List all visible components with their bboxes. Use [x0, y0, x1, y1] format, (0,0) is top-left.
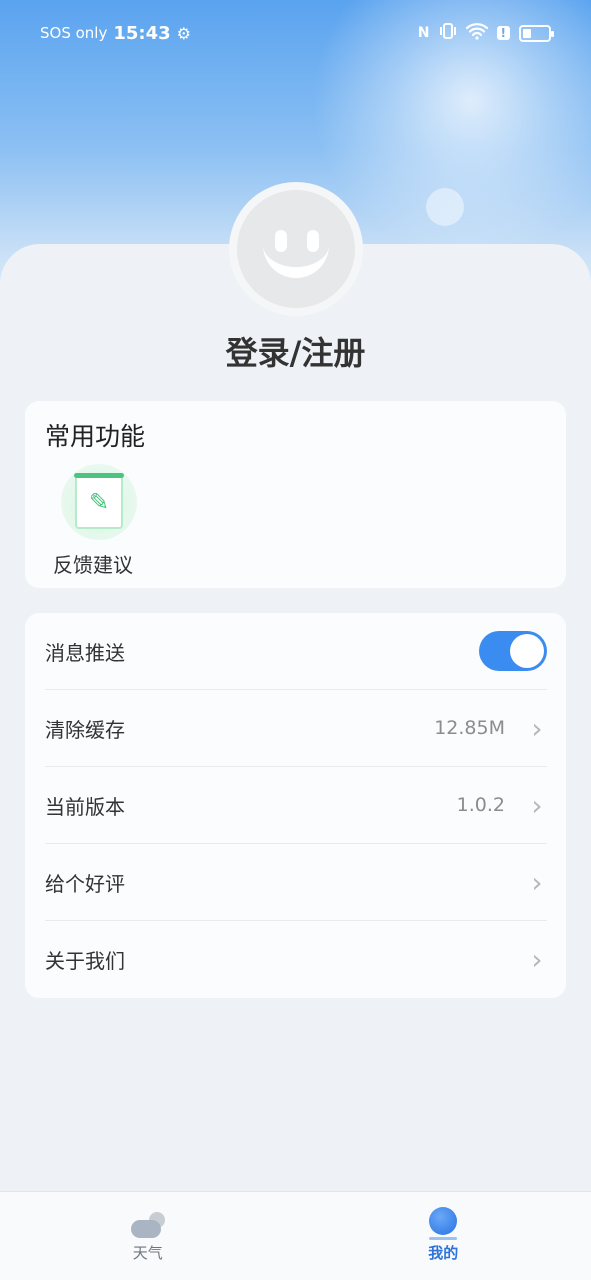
avatar-button[interactable]	[229, 182, 363, 316]
tab-weather-label: 天气	[132, 1244, 163, 1262]
chevron-right-icon: ›	[531, 865, 543, 899]
battery-icon	[519, 24, 554, 42]
chevron-right-icon: ›	[531, 943, 543, 976]
tab-profile-label: 我的	[428, 1244, 459, 1262]
version-value: 1.0.2	[456, 794, 505, 816]
wifi-icon	[465, 22, 488, 44]
settings-row-version[interactable]: 当前版本 1.0.2 ›	[45, 767, 547, 844]
cache-label: 清除缓存	[45, 717, 125, 742]
gear-icon: ⚙	[176, 23, 191, 43]
tab-profile[interactable]: 我的	[296, 1192, 591, 1280]
sos-status: SOS only	[40, 24, 108, 42]
smiley-avatar-icon	[237, 190, 355, 308]
settings-row-rate[interactable]: 给个好评 ›	[45, 844, 547, 921]
common-functions-card: 常用功能 ✎ 反馈建议	[25, 401, 566, 588]
push-label: 消息推送	[45, 640, 125, 665]
about-label: 关于我们	[45, 949, 125, 973]
common-functions-title: 常用功能	[45, 422, 146, 451]
rate-label: 给个好评	[45, 871, 125, 896]
settings-row-push: 消息推送	[45, 613, 547, 690]
chevron-right-icon: ›	[531, 788, 543, 822]
settings-card: 消息推送 清除缓存 12.85M › 当前版本 1.0.2 › 给个好评 › 关…	[25, 613, 566, 998]
pencil-icon: ✎	[88, 488, 110, 516]
nfc-icon: N	[417, 25, 430, 41]
clock: 15:43	[113, 22, 171, 44]
active-tab-indicator	[429, 1237, 458, 1240]
feedback-icon[interactable]: ✎	[61, 464, 137, 540]
decorative-bubble	[426, 188, 464, 226]
version-label: 当前版本	[45, 794, 125, 819]
cache-size: 12.85M	[434, 717, 505, 739]
profile-icon	[429, 1207, 458, 1235]
status-bar: SOS only 15:43 ⚙ N !	[0, 0, 591, 66]
chevron-right-icon: ›	[531, 711, 543, 745]
alert-icon: !	[496, 26, 510, 40]
bottom-tab-bar: 天气 我的	[0, 1191, 591, 1280]
push-toggle[interactable]	[479, 631, 547, 671]
settings-row-about[interactable]: 关于我们 ›	[45, 921, 547, 998]
login-register-link[interactable]: 登录/注册	[0, 328, 591, 374]
settings-row-cache[interactable]: 清除缓存 12.85M ›	[45, 690, 547, 767]
feedback-label[interactable]: 反馈建议	[53, 549, 133, 578]
toggle-knob	[510, 634, 544, 668]
weather-icon	[130, 1212, 165, 1238]
vibrate-icon	[439, 22, 457, 44]
tab-weather[interactable]: 天气	[0, 1192, 296, 1280]
